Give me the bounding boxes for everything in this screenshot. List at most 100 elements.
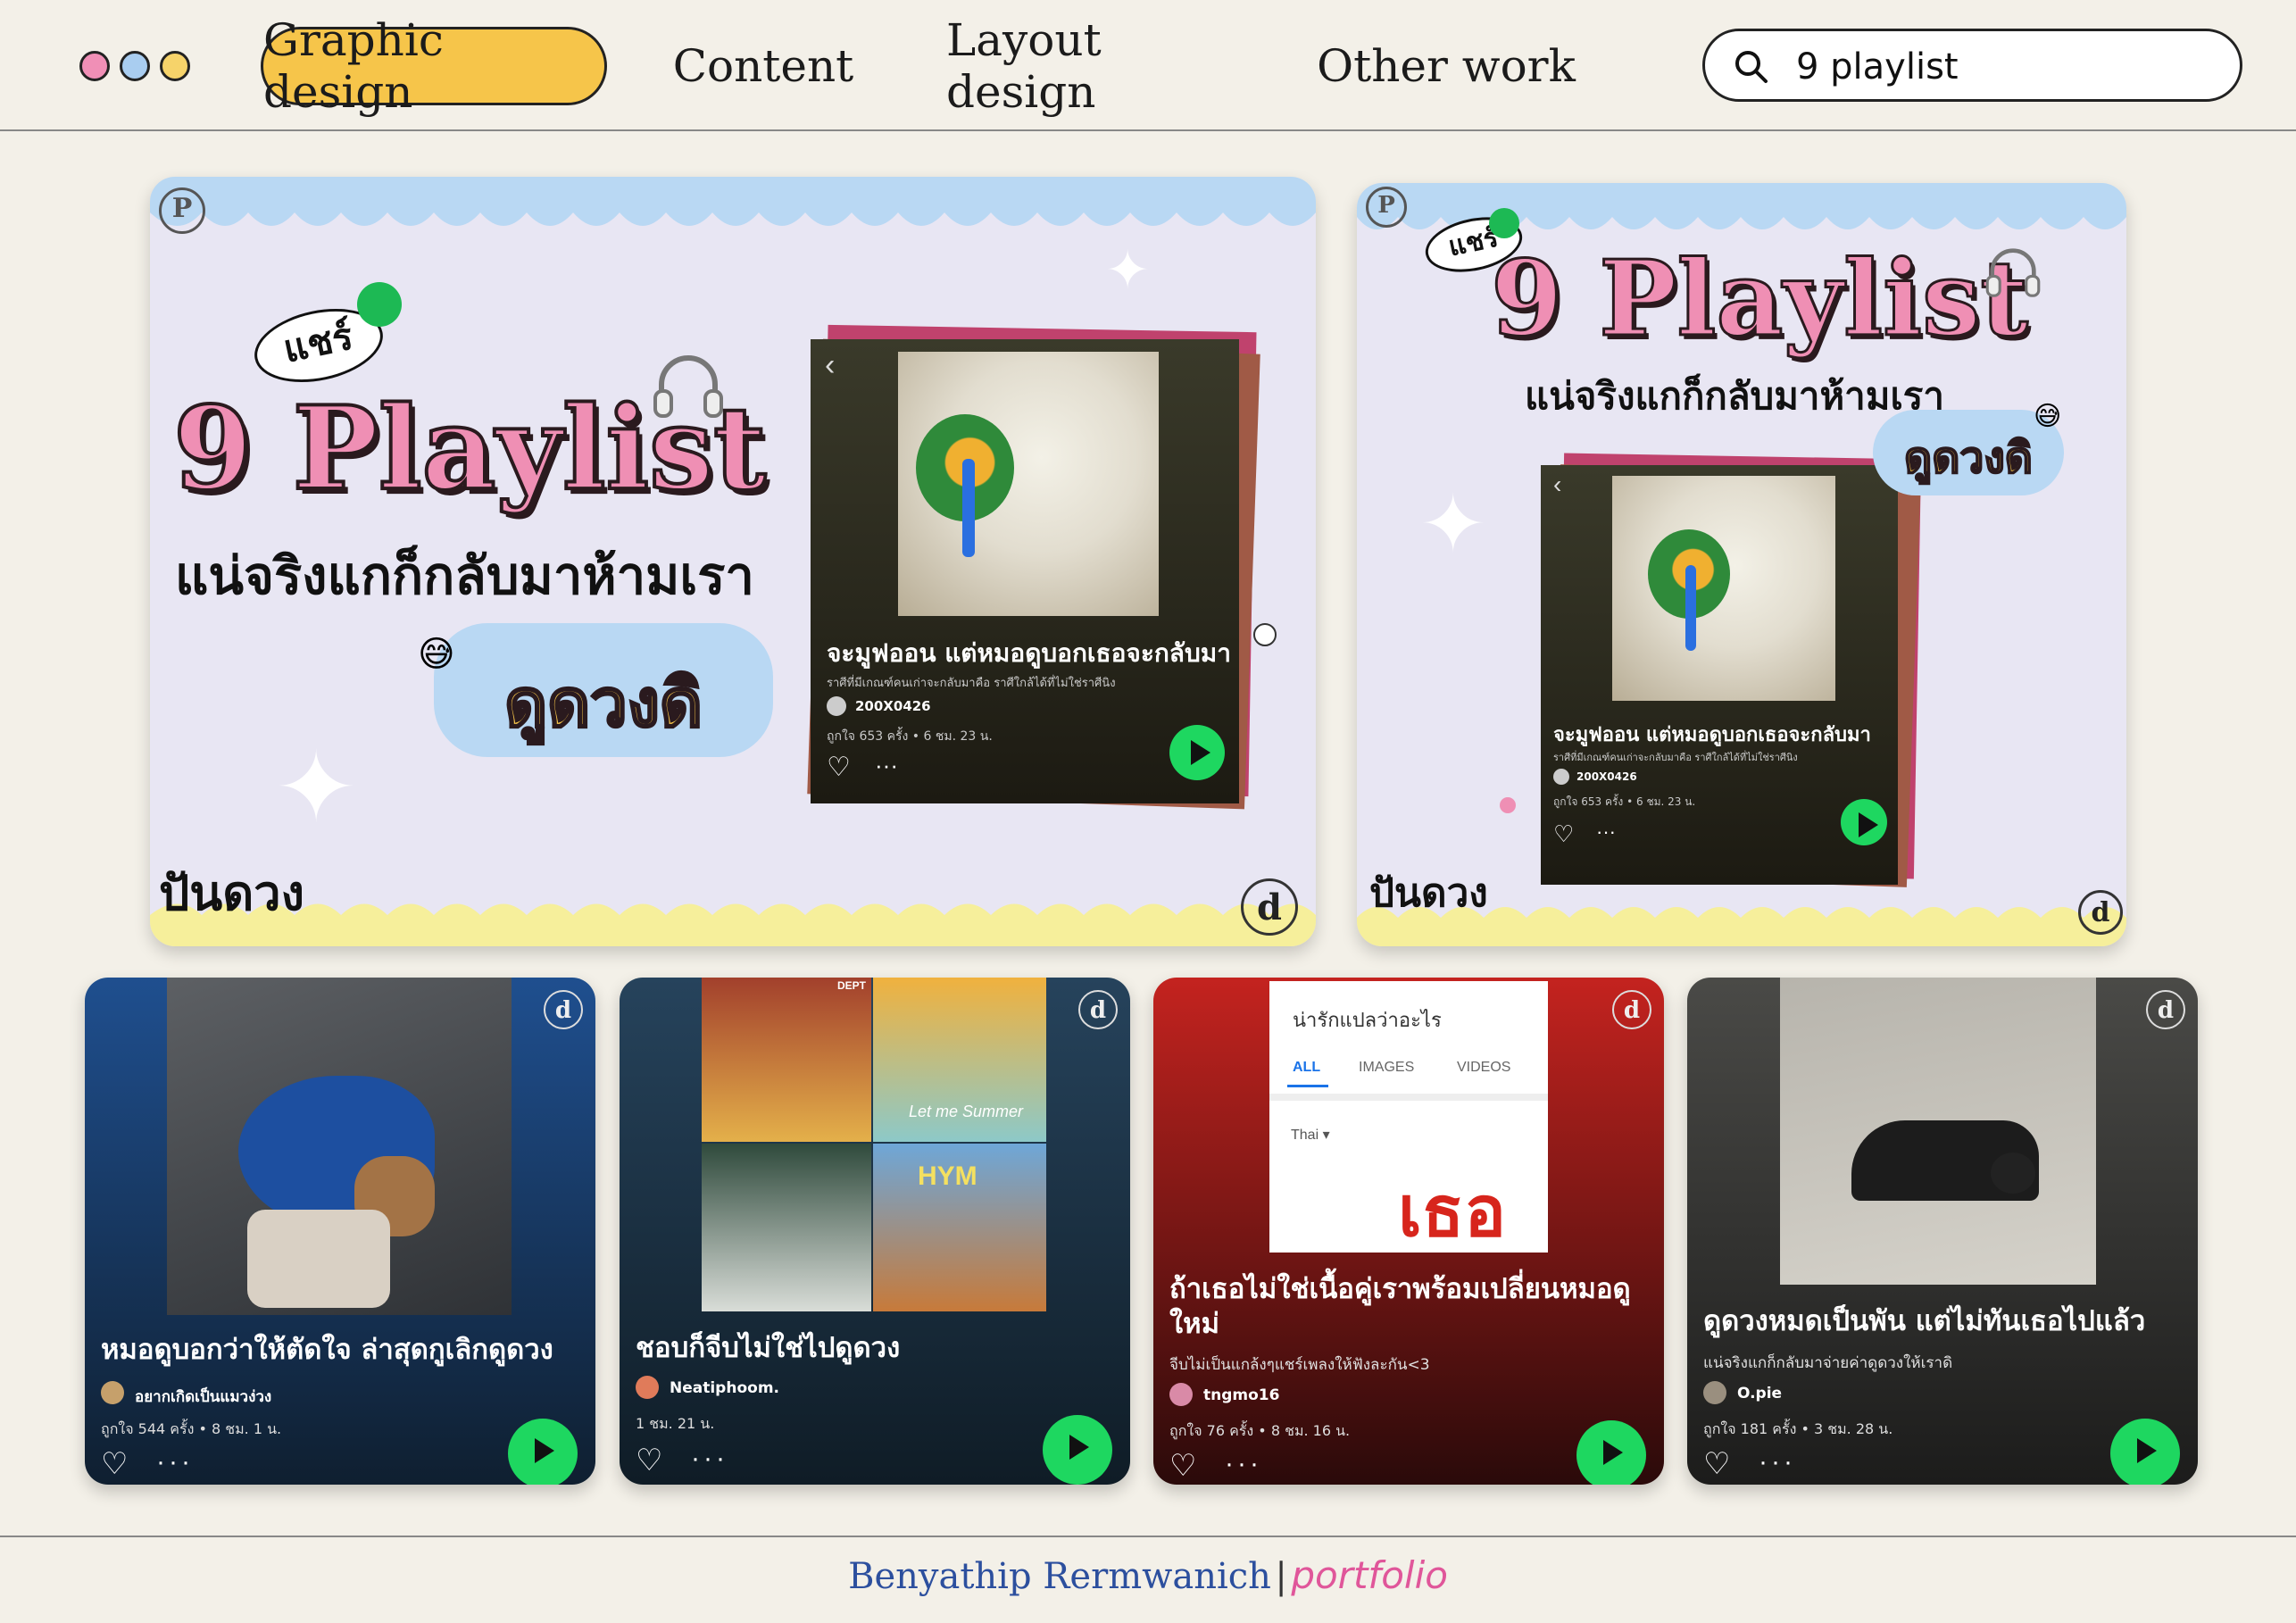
- brand-logo: ปันดวง: [159, 864, 304, 921]
- heart-icon[interactable]: ♡: [101, 1449, 128, 1479]
- playlist-user[interactable]: 200X0426: [1576, 770, 1637, 783]
- album-1: DEPT: [702, 978, 871, 1142]
- card-user[interactable]: Neatiphoom.: [670, 1379, 779, 1397]
- play-button[interactable]: [1043, 1415, 1112, 1485]
- search-icon: [1735, 51, 1768, 83]
- card-stats: ถูกใจ 544 ครั้ง • 8 ชม. 1 น.: [101, 1420, 282, 1437]
- avatar: [1703, 1381, 1726, 1404]
- d-logo: d: [544, 990, 583, 1029]
- card-stats: ถูกใจ 76 ครั้ง • 8 ชม. 16 น.: [1169, 1422, 1351, 1439]
- dot-deco: [1253, 623, 1277, 646]
- tab-underline: [1287, 1085, 1328, 1087]
- more-icon[interactable]: ···: [691, 1445, 728, 1472]
- more-icon[interactable]: ···: [156, 1449, 194, 1476]
- scallop-bottom: [150, 903, 1316, 946]
- headphones-icon: [1985, 248, 2041, 297]
- play-button[interactable]: [1841, 799, 1887, 845]
- tab-graphic-design[interactable]: Graphic design: [261, 14, 607, 118]
- laugh-emoji-icon: 😅: [2034, 402, 2062, 431]
- heart-icon[interactable]: ♡: [827, 752, 851, 783]
- tab-layout-design[interactable]: Layout design: [946, 14, 1250, 118]
- card-user[interactable]: tngmo16: [1203, 1386, 1279, 1404]
- back-chevron-icon[interactable]: ‹: [1553, 470, 1561, 499]
- card-user[interactable]: อยากเกิดเป็นแมวง่วง: [135, 1385, 271, 1409]
- play-button[interactable]: [508, 1419, 578, 1485]
- tab-all: ALL: [1293, 1060, 1321, 1075]
- laugh-emoji-icon: 😅: [418, 635, 455, 674]
- album-4-label: HYM: [918, 1161, 977, 1191]
- banner-1[interactable]: P แชร์ 9 Playlist แน่จริงแกก็กลับมาห้ามเ…: [150, 177, 1316, 946]
- playlist-card-4[interactable]: d ดูดวงหมดเป็นพัน แต่ไม่ทันเธอไปแล้ว แน่…: [1687, 978, 2198, 1485]
- playlist-desc: ราศีที่มีเกณฑ์คนเก่าจะกลับมาคือ ราศีใกล้…: [827, 677, 1116, 690]
- album-4: HYM: [873, 1144, 1046, 1311]
- tag-text: ดูดวงดิ: [503, 664, 704, 744]
- avatar: [636, 1376, 659, 1399]
- translate-result: เธอ: [1398, 1172, 1507, 1251]
- card-stats: 1 ชม. 21 น.: [636, 1415, 715, 1432]
- heart-icon[interactable]: ♡: [636, 1445, 662, 1476]
- playlist-title: จะมูฟออน แต่หมอดูบอกเธอจะกลับมา: [1553, 724, 1871, 746]
- play-button[interactable]: [1169, 725, 1225, 780]
- playlist-card-2[interactable]: DEPT Let me Summer HYM d ชอบก็จีบไม่ใช่ไ…: [620, 978, 1130, 1485]
- d-logo: d: [2078, 890, 2123, 935]
- window-dot-yellow[interactable]: [160, 51, 190, 81]
- playlist-user[interactable]: 200X0426: [855, 698, 931, 714]
- play-button[interactable]: [1576, 1420, 1646, 1485]
- banner-subtitle: แน่จริงแกก็กลับมาห้ามเรา: [175, 545, 754, 606]
- brand-logo: ปันดวง: [1369, 870, 1488, 916]
- playlist-card-3[interactable]: น่ารักแปลว่าอะไร ALL IMAGES VIDEOS Thai …: [1153, 978, 1664, 1485]
- heart-icon[interactable]: ♡: [1169, 1451, 1196, 1481]
- banner-2[interactable]: P แชร์ 9 Playlist แน่จริงแกก็กลับมาห้ามเ…: [1357, 183, 2126, 946]
- tab-other-work[interactable]: Other work: [1312, 27, 1580, 105]
- heart-icon[interactable]: ♡: [1703, 1449, 1730, 1479]
- tab-images: IMAGES: [1359, 1060, 1415, 1075]
- tab-content[interactable]: Content: [661, 27, 866, 105]
- playlist-card[interactable]: ‹ จะมูฟออน แต่หมอดูบอกเธอจะกลับมา ราศีที…: [811, 339, 1239, 803]
- avatar: [101, 1381, 124, 1404]
- album-2-label: Let me Summer: [909, 1103, 1024, 1120]
- banner-title: 9 Playlist: [1490, 237, 2030, 362]
- more-icon[interactable]: ···: [1759, 1449, 1796, 1476]
- card-user[interactable]: O.pie: [1737, 1385, 1782, 1402]
- translate-query: น่ารักแปลว่าอะไร: [1293, 1009, 1442, 1031]
- sparkle-icon: ✦: [275, 733, 358, 843]
- playlist-stats: ถูกใจ 653 ครั้ง • 6 ชม. 23 น.: [827, 729, 993, 744]
- portfolio-label: portfolio: [1291, 1553, 1448, 1597]
- more-icon[interactable]: ···: [1225, 1451, 1262, 1477]
- heart-icon[interactable]: ♡: [1553, 820, 1574, 848]
- d-logo: d: [1078, 990, 1118, 1029]
- tab-videos: VIDEOS: [1457, 1060, 1511, 1075]
- lang-select: Thai ▾: [1291, 1128, 1330, 1143]
- more-icon[interactable]: ···: [875, 752, 898, 779]
- playlist-title: จะมูฟออน แต่หมอดูบอกเธอจะกลับมา: [827, 638, 1231, 668]
- play-button[interactable]: [2110, 1419, 2180, 1485]
- d-logo: d: [1241, 878, 1298, 936]
- top-bar: Graphic design Content Layout design Oth…: [0, 0, 2296, 129]
- window-dot-pink[interactable]: [79, 51, 110, 81]
- card-title: ชอบก็จีบไม่ใช่ไปดูดวง: [636, 1332, 901, 1364]
- back-chevron-icon[interactable]: ‹: [825, 348, 835, 383]
- tear: [1685, 565, 1696, 651]
- avatar: [827, 696, 846, 716]
- tear: [962, 459, 975, 557]
- window-dot-blue[interactable]: [120, 51, 150, 81]
- album-2: Let me Summer: [873, 978, 1046, 1142]
- dot-deco: [1500, 797, 1516, 813]
- playlist-desc: ราศีที่มีเกณฑ์คนเก่าจะกลับมาคือ ราศีใกล้…: [1553, 752, 1798, 763]
- playlist-card-1[interactable]: d หมอดูบอกว่าให้ตัดใจ ล่าสุดกูเลิกดูดวง …: [85, 978, 595, 1485]
- more-icon[interactable]: ···: [1596, 820, 1616, 844]
- author-name: Benyathip Rermwanich: [848, 1556, 1271, 1597]
- p-logo: P: [159, 187, 205, 234]
- bowing-head: [1991, 1153, 2035, 1194]
- search-input[interactable]: [1794, 42, 2217, 92]
- playlist-stats: ถูกใจ 653 ครั้ง • 6 ชม. 23 น.: [1553, 795, 1696, 808]
- header-divider: [0, 129, 2296, 131]
- spotify-icon: [357, 282, 402, 327]
- d-logo: d: [1612, 990, 1651, 1029]
- album-3: [702, 1144, 871, 1311]
- scallop-top: [150, 177, 1316, 226]
- search-box[interactable]: [1702, 29, 2242, 102]
- p-logo: P: [1366, 187, 1407, 228]
- banner-title: 9 Playlist: [171, 380, 768, 518]
- playlist-card[interactable]: ‹ จะมูฟออน แต่หมอดูบอกเธอจะกลับมา ราศีที…: [1541, 465, 1898, 885]
